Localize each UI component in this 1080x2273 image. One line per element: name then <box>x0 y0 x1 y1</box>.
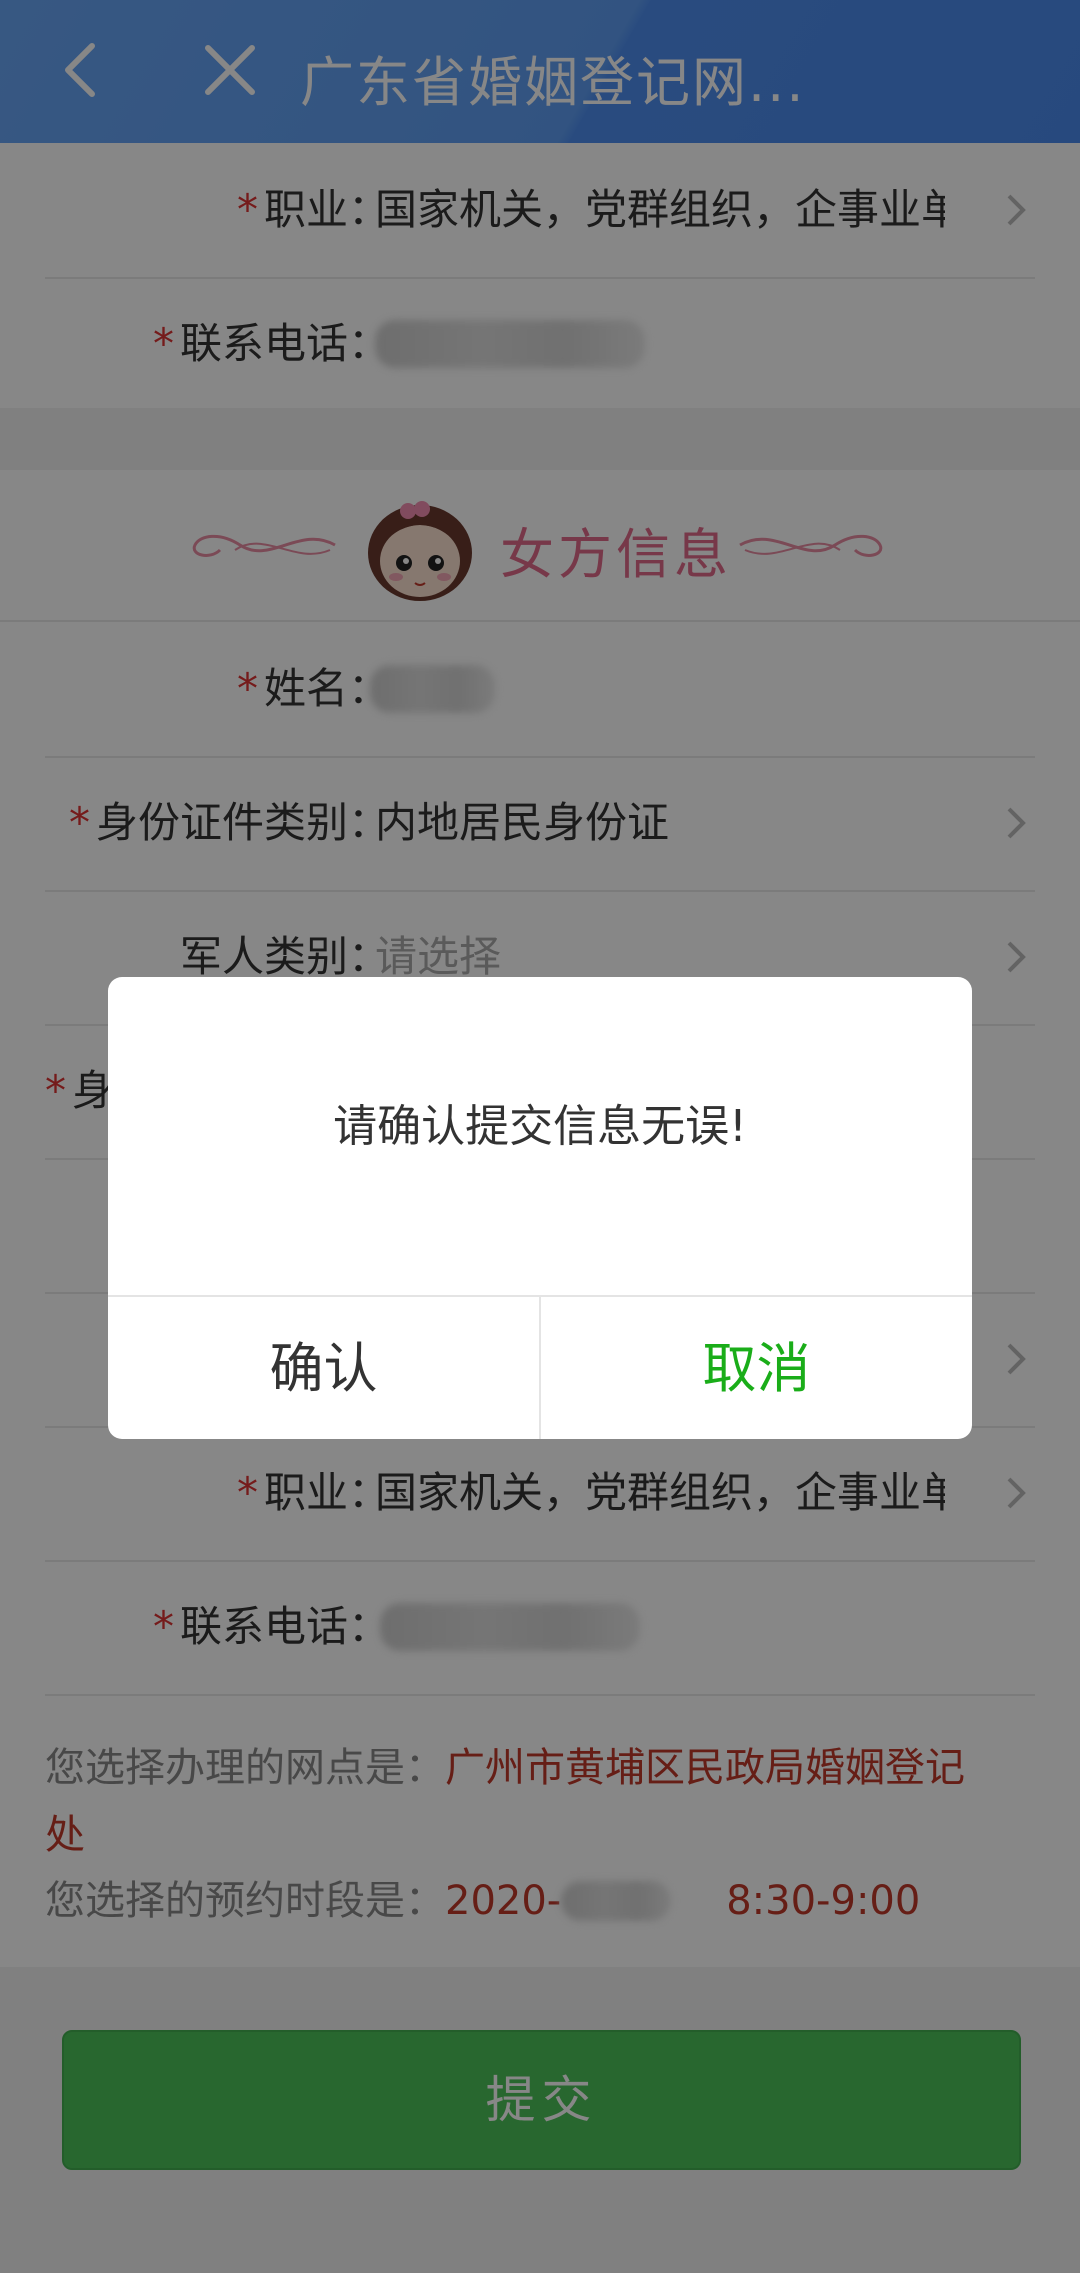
cancel-button[interactable]: 取消 <box>541 1297 972 1439</box>
dialog-footer: 确认 取消 <box>108 1295 972 1439</box>
dialog-message: 请确认提交信息无误! <box>333 1101 747 1152</box>
confirm-dialog: 请确认提交信息无误! 确认 取消 <box>108 977 972 1439</box>
confirm-button[interactable]: 确认 <box>108 1297 541 1439</box>
